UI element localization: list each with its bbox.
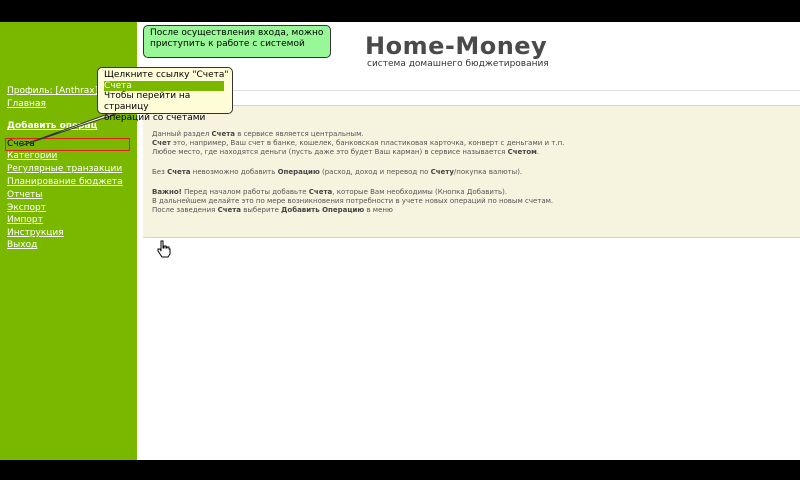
- info-paragraph-5: Важно! Перед началом работы добавьте Сче…: [152, 188, 508, 196]
- info-paragraph-6: В дальнейшем делайте это по мере возникн…: [152, 197, 554, 205]
- sidebar-item-reports[interactable]: Отчеты: [7, 190, 43, 200]
- callout-top-line-1: После осуществления входа, можно: [150, 28, 324, 38]
- sidebar-item-manual[interactable]: Инструкция: [7, 228, 64, 238]
- sidebar-item-recurring[interactable]: Регулярные транзакции: [7, 164, 122, 174]
- hand-pointer-icon: [157, 240, 171, 258]
- info-paragraph-7: После заведения Счета выберите Добавить …: [152, 206, 393, 214]
- header-divider: [143, 90, 800, 91]
- callout-left-line-1: Щелкните ссылку "Счета": [104, 70, 229, 80]
- accounts-highlight-box: [5, 138, 130, 151]
- callout-left-line-2: Чтобы перейти на страницу: [104, 91, 191, 112]
- add-operation-link[interactable]: Добавить операц: [7, 121, 97, 131]
- info-panel: Данный раздел Счета в сервисе является ц…: [143, 105, 800, 238]
- callout-accounts-link[interactable]: Счета: [104, 81, 224, 91]
- brand-logo[interactable]: Home-Money: [365, 32, 547, 60]
- sidebar-item-export[interactable]: Экспорт: [7, 203, 46, 213]
- tutorial-callout-accounts: Щелкните ссылку "Счета" Счета Чтобы пере…: [97, 67, 233, 123]
- sidebar-item-categories[interactable]: Категории: [7, 151, 57, 161]
- profile-link[interactable]: Профиль: [Anthrax]: [7, 86, 98, 96]
- home-link[interactable]: Главная: [7, 99, 46, 109]
- sidebar-item-budget[interactable]: Планирование бюджета: [7, 177, 123, 187]
- sidebar-item-import[interactable]: Импорт: [7, 215, 43, 225]
- info-paragraph-3: Любое место, где находятся деньги (пусть…: [152, 148, 540, 156]
- brand-tagline: система домашнего бюджетирования: [367, 59, 549, 69]
- callout-top-line-2: приступить к работе с системой: [150, 39, 305, 49]
- info-paragraph-1: Данный раздел Счета в сервисе является ц…: [152, 130, 364, 138]
- info-paragraph-2: Счет это, например, Ваш счет в банке, ко…: [152, 139, 565, 147]
- callout-left-line-3: операций со счетами: [104, 113, 206, 123]
- info-paragraph-4: Без Счета невозможно добавить Операцию (…: [152, 168, 523, 176]
- tutorial-callout-top: После осуществления входа, можно приступ…: [143, 25, 331, 58]
- main-content: Home-Money система домашнего бюджетирова…: [137, 22, 800, 460]
- sidebar-item-logout[interactable]: Выход: [7, 240, 37, 250]
